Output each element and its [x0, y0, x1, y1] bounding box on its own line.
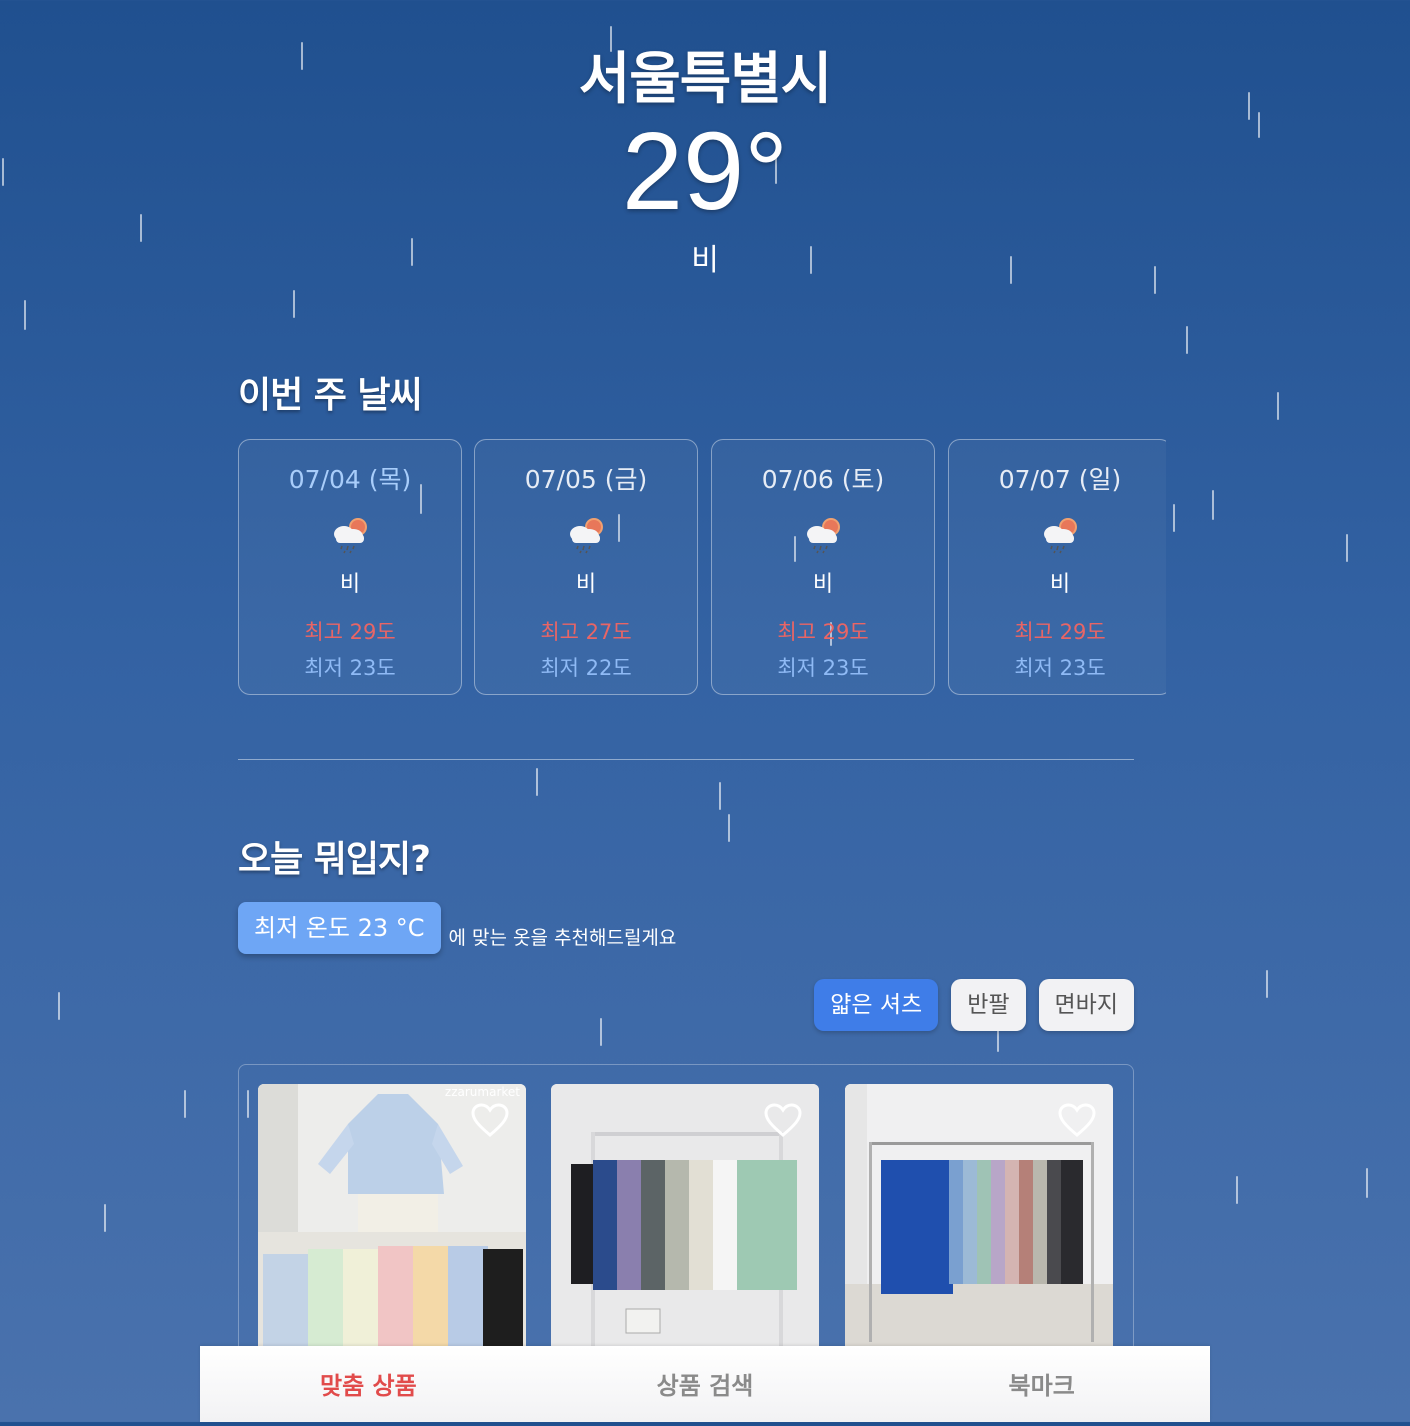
day-max-temp: 최고 29도 — [304, 620, 396, 644]
day-max-temp: 최고 29도 — [777, 620, 869, 644]
day-condition: 비 — [339, 572, 361, 597]
current-weather: 서울특별시 29° 비 — [0, 34, 1410, 279]
heart-outline-icon[interactable] — [1057, 1102, 1097, 1138]
product-card[interactable]: zzarumarket — [258, 1084, 526, 1364]
day-date: 07/05 (금) — [524, 465, 648, 494]
product-card[interactable] — [551, 1084, 819, 1364]
day-card: 07/05 (금) 비 최고 27도 최저 22도 — [474, 439, 698, 695]
day-max-temp: 최고 27도 — [540, 620, 632, 644]
nav-recommended[interactable]: 맞춤 상품 — [200, 1346, 537, 1422]
bottom-navigation: 맞춤 상품 상품 검색 북마크 — [200, 1346, 1210, 1422]
recommend-text: 에 맞는 옷을 추천해드릴게요 — [448, 927, 677, 949]
section-divider — [238, 759, 1134, 760]
day-condition: 비 — [1049, 572, 1071, 597]
product-card[interactable] — [845, 1084, 1113, 1364]
chip-short-sleeve[interactable]: 반팔 — [951, 979, 1026, 1031]
day-min-temp: 최저 23도 — [304, 656, 396, 680]
day-min-temp: 최저 23도 — [777, 656, 869, 680]
rain-cloud-sun-icon — [570, 518, 603, 554]
current-condition: 비 — [691, 243, 719, 278]
weekly-weather-title: 이번 주 날씨 — [238, 375, 423, 416]
day-card: 07/04 (목) 비 최고 29도 최저 23도 — [238, 439, 462, 695]
heart-outline-icon[interactable] — [763, 1102, 803, 1138]
current-temperature: 29° — [621, 110, 789, 233]
nav-search[interactable]: 상품 검색 — [537, 1346, 874, 1422]
chip-cotton-pants[interactable]: 면바지 — [1038, 979, 1134, 1031]
day-date: 07/07 (일) — [998, 465, 1122, 494]
weekly-forecast-list[interactable]: 07/04 (목) 비 최고 29도 최저 23도 07/05 (금) 비 최고… — [238, 439, 1166, 695]
rain-cloud-sun-icon — [807, 518, 840, 554]
city-name: 서울특별시 — [578, 47, 833, 112]
recommend-title: 오늘 뭐입지? — [238, 839, 431, 880]
day-card: 07/07 (일) 비 최고 29도 최저 23도 — [948, 439, 1166, 695]
day-max-temp: 최고 29도 — [1014, 620, 1106, 644]
day-condition: 비 — [575, 572, 597, 597]
day-condition: 비 — [812, 572, 834, 597]
day-date: 07/04 (목) — [288, 465, 412, 494]
day-min-temp: 최저 22도 — [540, 656, 632, 680]
heart-outline-icon[interactable] — [470, 1102, 510, 1138]
day-date: 07/06 (토) — [761, 465, 885, 494]
day-card: 07/06 (토) 비 최고 29도 최저 23도 — [711, 439, 935, 695]
rain-cloud-sun-icon — [1044, 518, 1077, 554]
min-temp-badge: 최저 온도 23 °C — [238, 902, 441, 954]
product-grid[interactable]: zzarumarket — [238, 1064, 1134, 1366]
rain-cloud-sun-icon — [334, 518, 367, 554]
nav-bookmark[interactable]: 북마크 — [873, 1346, 1210, 1422]
product-watermark: zzarumarket — [445, 1085, 520, 1099]
recommend-message: 최저 온도 23 °C 에 맞는 옷을 추천해드릴게요 — [238, 902, 676, 954]
category-chips: 얇은 셔츠 반팔 면바지 — [814, 979, 1134, 1031]
chip-thin-shirt[interactable]: 얇은 셔츠 — [814, 979, 939, 1031]
day-min-temp: 최저 23도 — [1014, 656, 1106, 680]
